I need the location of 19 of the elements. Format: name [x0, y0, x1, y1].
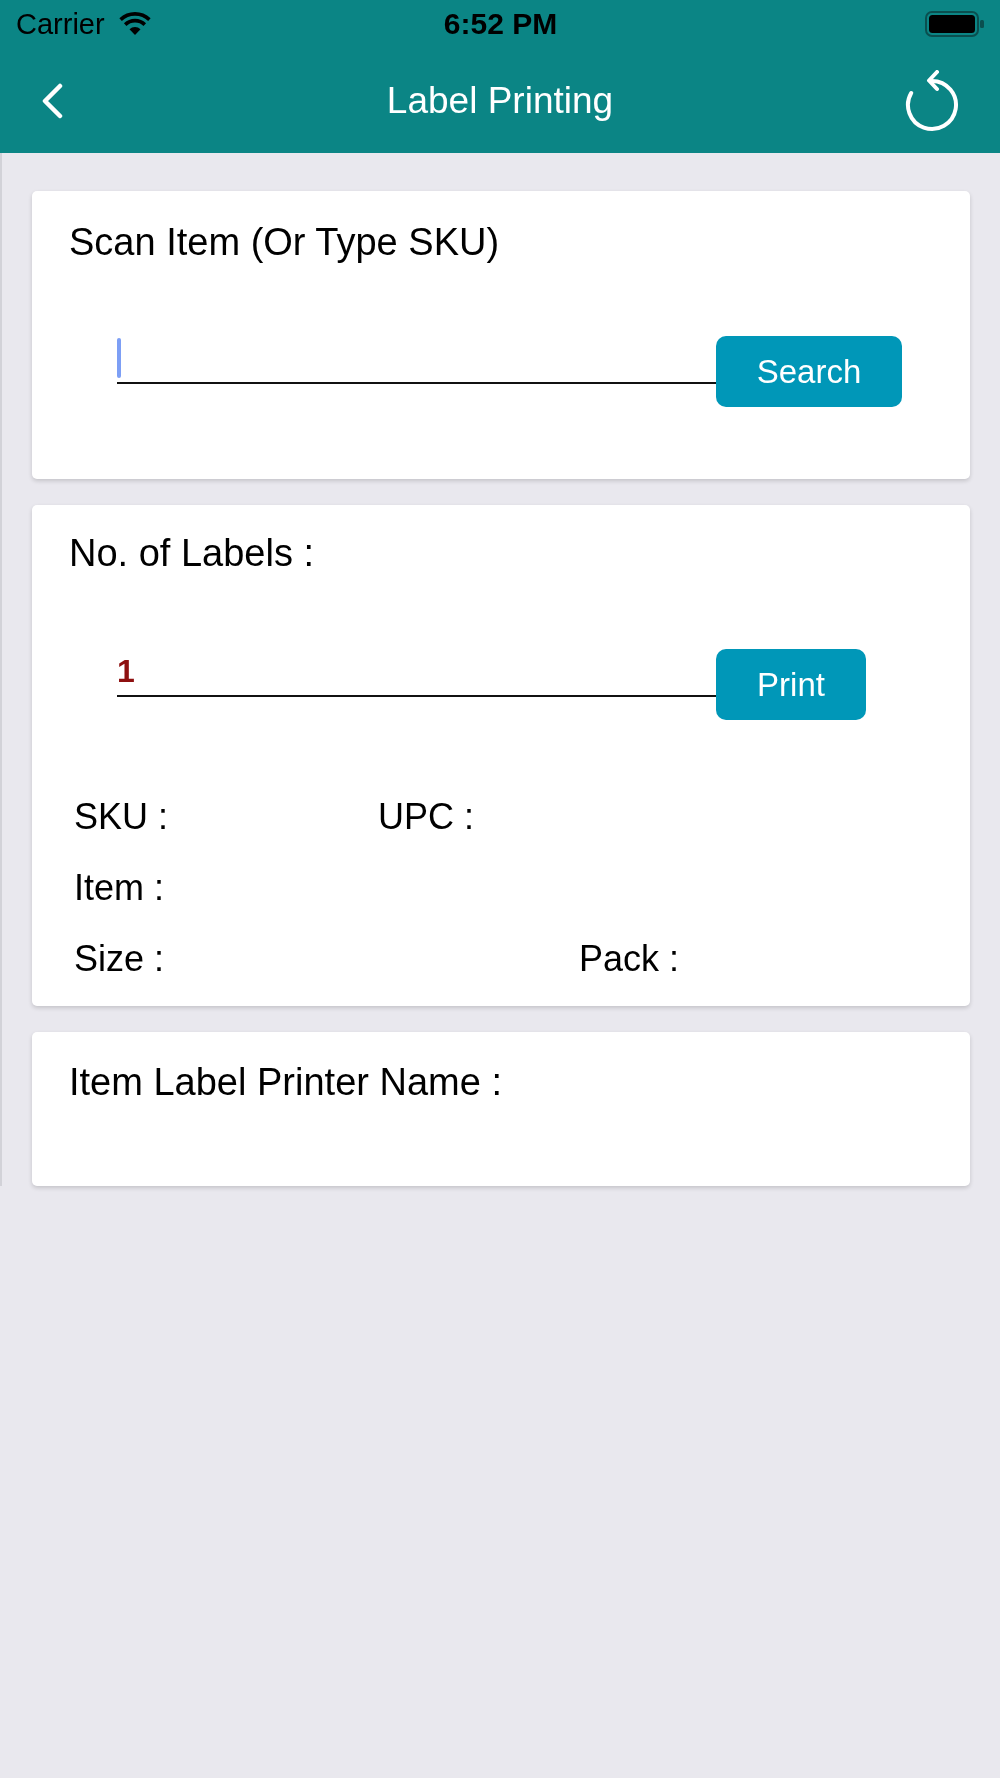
- chevron-left-icon: [40, 82, 64, 119]
- page-title: Label Printing: [386, 78, 614, 123]
- info-label: Pack :: [579, 937, 680, 980]
- carrier-label: Carrier: [16, 7, 105, 41]
- card-title: No. of Labels :: [69, 531, 315, 575]
- print-button[interactable]: Print: [716, 649, 866, 720]
- card-title: Scan Item (Or Type SKU): [69, 220, 500, 264]
- status-time: 6:52 PM: [443, 7, 558, 41]
- label-count-input[interactable]: 1: [117, 649, 716, 697]
- wifi-icon: [118, 12, 151, 36]
- sku-input[interactable]: [117, 336, 716, 384]
- info-label: Item :: [74, 866, 165, 909]
- card-title: Item Label Printer Name :: [69, 1060, 502, 1104]
- refresh-icon: [904, 69, 960, 132]
- info-label: SKU :: [74, 795, 170, 838]
- info-label: UPC :: [378, 795, 474, 838]
- info-label: Size :: [74, 937, 166, 980]
- battery-icon: [925, 11, 985, 37]
- search-button[interactable]: Search: [716, 336, 902, 407]
